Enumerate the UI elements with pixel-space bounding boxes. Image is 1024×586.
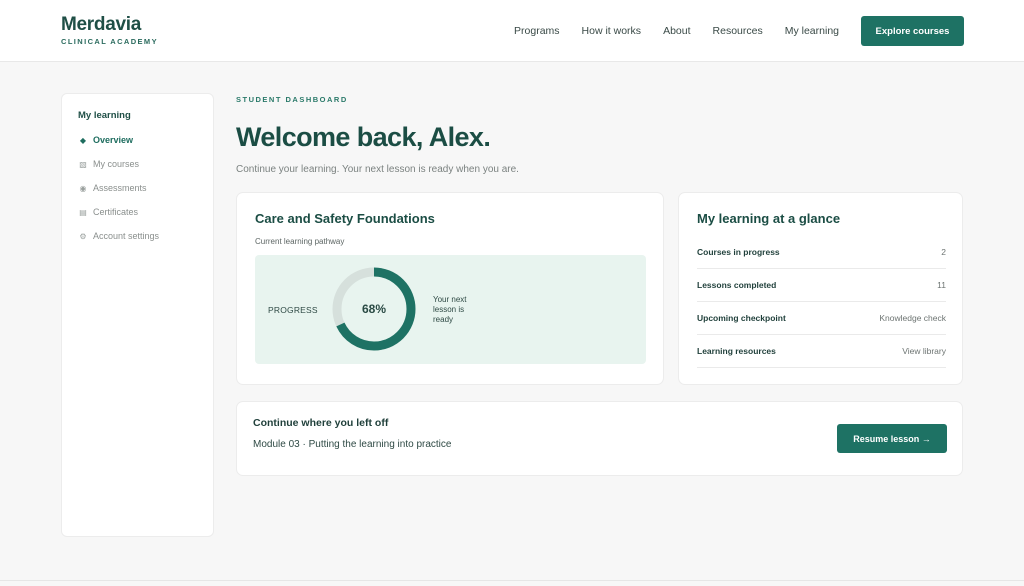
glance-key: Courses in progress: [697, 247, 780, 257]
glance-row: Courses in progress 2: [697, 236, 946, 269]
sidebar-item-label: Assessments: [93, 183, 147, 193]
sidebar-item-certificates[interactable]: ▤ Certificates: [78, 205, 138, 219]
progress-label: PROGRESS: [268, 305, 318, 315]
glance-row[interactable]: Learning resources View library: [697, 335, 946, 368]
resume-lesson-button[interactable]: Resume lesson →: [837, 424, 947, 453]
sidebar-item-account-settings[interactable]: ⚙ Account settings: [78, 229, 159, 243]
nav-programs[interactable]: Programs: [514, 25, 560, 37]
explore-courses-button[interactable]: Explore courses: [861, 16, 964, 46]
pathway-label: Current learning pathway: [255, 237, 345, 246]
circle-icon: ◉: [79, 183, 87, 193]
sidebar-item-label: Certificates: [93, 207, 139, 217]
course-title: Care and Safety Foundations: [255, 211, 435, 226]
page-subtitle: Continue your learning. Your next lesson…: [236, 164, 519, 175]
certificate-icon: ▤: [79, 207, 87, 217]
glance-title: My learning at a glance: [697, 211, 841, 226]
nav-resources[interactable]: Resources: [713, 25, 763, 37]
footer-divider: [0, 580, 1024, 581]
brand-name: Merdavia: [61, 14, 141, 35]
nav-about[interactable]: About: [663, 25, 690, 37]
glance-value: Knowledge check: [879, 313, 946, 323]
nav-my-learning[interactable]: My learning: [785, 25, 839, 37]
glance-value: 11: [937, 280, 946, 290]
sidebar-item-label: My courses: [93, 159, 140, 169]
progress-percent: 68%: [361, 302, 387, 316]
glance-row: Upcoming checkpoint Knowledge check: [697, 302, 946, 335]
sidebar-item-label: Account settings: [93, 231, 160, 241]
sidebar-item-label: Overview: [93, 135, 134, 145]
top-header: Merdavia CLINICAL ACADEMY Programs How i…: [0, 0, 1024, 62]
main-nav: Programs How it works About Resources My…: [514, 0, 964, 62]
gear-icon: ⚙: [79, 231, 87, 241]
sidebar-item-assessments[interactable]: ◉ Assessments: [78, 181, 147, 195]
sidebar-item-my-courses[interactable]: ▧ My courses: [78, 157, 139, 171]
view-library-link[interactable]: View library: [902, 346, 946, 356]
sidebar-item-overview[interactable]: ◆ Overview: [78, 133, 133, 147]
sidebar: My learning ◆ Overview ▧ My courses ◉ As…: [61, 93, 214, 537]
brand-subtitle: CLINICAL ACADEMY: [61, 37, 158, 46]
continue-title: Continue where you left off: [253, 417, 389, 429]
book-icon: ▧: [79, 159, 87, 169]
continue-module: Module 03 · Putting the learning into pr…: [253, 439, 452, 450]
sidebar-title: My learning: [78, 110, 131, 121]
brand-logo[interactable]: Merdavia CLINICAL ACADEMY: [61, 14, 158, 46]
diamond-icon: ◆: [79, 135, 87, 145]
next-lesson-note: Your next lesson is ready: [433, 295, 467, 324]
continue-card: Continue where you left off Module 03 · …: [236, 401, 963, 476]
nav-how-it-works[interactable]: How it works: [582, 25, 642, 37]
eyebrow-label: STUDENT DASHBOARD: [236, 95, 348, 104]
glance-key: Learning resources: [697, 346, 776, 356]
page-title: Welcome back, Alex.: [236, 122, 491, 152]
course-progress-card: Care and Safety Foundations Current lear…: [236, 192, 664, 385]
progress-panel: PROGRESS 68% Your next lesson is ready: [255, 255, 646, 364]
glance-key: Upcoming checkpoint: [697, 313, 786, 323]
glance-value: 2: [941, 247, 946, 257]
glance-key: Lessons completed: [697, 280, 777, 290]
glance-row: Lessons completed 11: [697, 269, 946, 302]
learning-glance-card: My learning at a glance Courses in progr…: [678, 192, 963, 385]
